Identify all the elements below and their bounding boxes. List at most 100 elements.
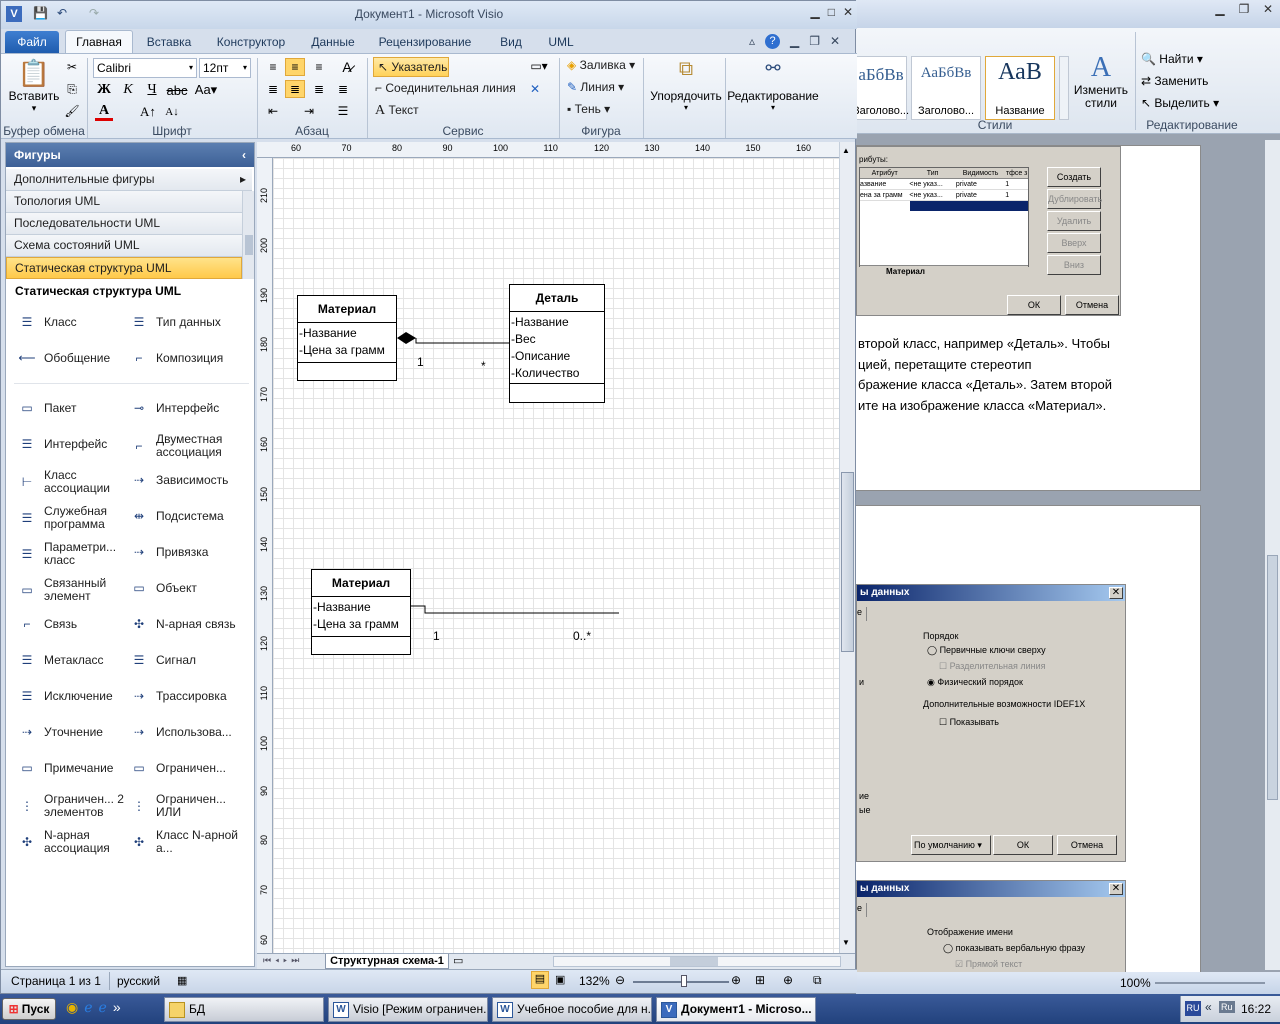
language-indicator[interactable]: русский bbox=[117, 974, 160, 988]
shape-binding[interactable]: ⇢ Привязка bbox=[128, 541, 243, 563]
shape-n-ary-association-class[interactable]: ✣ Класс N-арной а... bbox=[128, 829, 243, 855]
page-tab-structure-1[interactable]: Структурная схема-1 bbox=[325, 954, 449, 969]
taskbar-item-visio[interactable]: V Документ1 - Microso... bbox=[656, 997, 816, 1022]
stencil-uml-topology[interactable]: Топология UML bbox=[6, 191, 242, 213]
shape-interface[interactable]: ☰ Интерфейс bbox=[16, 433, 131, 455]
close-x-icon[interactable]: ✕ bbox=[527, 81, 543, 97]
switch-windows-icon[interactable]: ⧉ bbox=[813, 973, 822, 988]
ie-icon[interactable]: ℯ bbox=[84, 999, 92, 1016]
align-top-icon[interactable]: ≡ bbox=[263, 58, 283, 76]
shape-refinement[interactable]: ⇢ Уточнение bbox=[16, 721, 131, 743]
start-button[interactable]: ⊞ Пуск bbox=[2, 998, 56, 1020]
shape-utility[interactable]: ☰ Служебная программа bbox=[16, 505, 131, 531]
stencil-uml-sequence[interactable]: Последовательности UML bbox=[6, 213, 242, 235]
paste-button[interactable]: 📋 Вставить ▾ bbox=[7, 58, 61, 114]
tray-expand-icon[interactable]: « bbox=[1205, 1000, 1212, 1014]
up-button[interactable]: Вверх bbox=[1047, 233, 1101, 253]
shape-subsystem[interactable]: ⇹ Подсистема bbox=[128, 505, 243, 527]
scroll-thumb[interactable] bbox=[841, 472, 854, 652]
shape-note[interactable]: ▭ Примечание bbox=[16, 757, 131, 779]
editing-button[interactable]: ⚯ Редактирование ▾ bbox=[727, 58, 819, 112]
font-color-icon[interactable]: A bbox=[95, 103, 113, 121]
doc-minimize-icon[interactable]: ▁ bbox=[790, 34, 799, 49]
dialog-close-icon[interactable]: ✕ bbox=[1109, 587, 1123, 599]
replace-button[interactable]: ⇄ Заменить bbox=[1141, 74, 1208, 88]
ribbon-minimize-icon[interactable]: ▵ bbox=[749, 34, 755, 49]
full-screen-icon[interactable]: ▣ bbox=[555, 973, 565, 986]
duplicate-button[interactable]: Дублировать bbox=[1047, 189, 1102, 209]
zoom-level[interactable]: 132% bbox=[579, 974, 610, 988]
shape-bound-element[interactable]: ▭ Связанный элемент bbox=[16, 577, 131, 603]
maximize-icon[interactable]: ❐ bbox=[1232, 0, 1256, 18]
shape-generalization[interactable]: ⟵ Обобщение bbox=[16, 347, 131, 369]
tab-home[interactable]: Главная bbox=[65, 30, 133, 54]
collapse-panel-icon[interactable]: ‹ bbox=[242, 143, 246, 167]
composition-line[interactable] bbox=[415, 338, 509, 344]
underline-icon[interactable]: Ч bbox=[143, 81, 161, 99]
composition-diamond[interactable] bbox=[397, 332, 416, 344]
taskbar-item-visio-word[interactable]: W Visio [Режим ограничен... bbox=[328, 997, 488, 1022]
font-size-combo[interactable]: 12пт ▾ bbox=[199, 58, 251, 78]
font-name-combo[interactable]: Calibri ▾ bbox=[93, 58, 197, 78]
shape-object[interactable]: ▭ Объект bbox=[128, 577, 243, 599]
shape-trace[interactable]: ⇢ Трассировка bbox=[128, 685, 243, 707]
minimize-icon[interactable]: ▁ bbox=[810, 5, 819, 19]
scroll-down-icon[interactable]: ▼ bbox=[842, 938, 850, 947]
shape-metaclass[interactable]: ☰ Метакласс bbox=[16, 649, 131, 671]
arrange-button[interactable]: ⧉ Упорядочить ▾ bbox=[649, 58, 723, 112]
shape-link[interactable]: ⌐ Связь bbox=[16, 613, 131, 635]
horizontal-scrollbar[interactable] bbox=[553, 956, 841, 967]
line-button[interactable]: ✎ Линия ▾ bbox=[567, 80, 624, 94]
align-right-icon[interactable]: ≣ bbox=[309, 80, 329, 98]
pointer-tool-button[interactable]: ↖ Указатель bbox=[373, 57, 449, 77]
dialog-ok-button[interactable]: ОК bbox=[993, 835, 1053, 855]
page-indicator[interactable]: Страница 1 из 1 bbox=[11, 974, 101, 988]
shape-binary-association[interactable]: ⌐ Двуместная ассоциация bbox=[128, 433, 243, 459]
strikethrough-icon[interactable]: abc bbox=[167, 81, 188, 99]
scroll-up-icon[interactable]: ▲ bbox=[842, 146, 850, 155]
shape-parameterized-class[interactable]: ☰ Параметри... класс bbox=[16, 541, 131, 567]
radio-physical-order[interactable]: ◉ Физический порядок bbox=[927, 677, 1023, 688]
cut-icon[interactable]: ✂ bbox=[63, 58, 81, 76]
shape-class[interactable]: ☰ Класс bbox=[16, 311, 131, 333]
align-left-icon[interactable]: ≣ bbox=[263, 80, 283, 98]
dialog-cancel-button[interactable]: Отмена bbox=[1057, 835, 1117, 855]
checkbox-separator[interactable]: ☐ Разделительная линия bbox=[939, 661, 1046, 672]
dialog-close-icon[interactable]: ✕ bbox=[1109, 883, 1123, 895]
pan-zoom-icon[interactable]: ⊕ bbox=[783, 973, 793, 987]
checkbox-show[interactable]: ☐ Показывать bbox=[939, 717, 999, 728]
styles-scroll[interactable] bbox=[1059, 56, 1069, 120]
down-button[interactable]: Вниз bbox=[1047, 255, 1101, 275]
keyboard-layout-icon[interactable]: Ru bbox=[1219, 1001, 1235, 1013]
tab-data[interactable]: Данные bbox=[303, 32, 363, 52]
stencil-list-scrollbar[interactable] bbox=[242, 191, 254, 279]
shape-constraint-2-elements[interactable]: ⋮ Ограничен... 2 элементов bbox=[16, 793, 131, 819]
clock[interactable]: 16:22 bbox=[1241, 1002, 1271, 1016]
shape-constraint[interactable]: ▭ Ограничен... bbox=[128, 757, 243, 779]
align-bottom-icon[interactable]: ≡ bbox=[309, 58, 329, 76]
drawing-canvas[interactable]: Материал -Название -Цена за грамм Деталь… bbox=[273, 158, 839, 953]
taskbar-item-folder[interactable]: БД bbox=[164, 997, 324, 1022]
close-icon[interactable]: ✕ bbox=[843, 5, 853, 19]
shrink-font-icon[interactable]: A↓ bbox=[163, 103, 181, 121]
fit-page-icon[interactable]: ⊞ bbox=[755, 973, 765, 987]
normal-view-icon[interactable]: ▤ bbox=[531, 971, 549, 989]
tab-review[interactable]: Рецензирование bbox=[373, 32, 477, 52]
ie-icon[interactable]: ℯ bbox=[99, 999, 107, 1016]
tab-file[interactable]: Файл bbox=[5, 31, 59, 53]
shape-dependency[interactable]: ⇢ Зависимость bbox=[128, 469, 243, 491]
vertical-scrollbar[interactable]: ▲ ▼ bbox=[839, 142, 855, 953]
minimize-icon[interactable]: ▁ bbox=[1208, 0, 1232, 18]
create-button[interactable]: Создать bbox=[1047, 167, 1101, 187]
doc-restore-icon[interactable]: ❐ bbox=[809, 34, 820, 49]
shape-interface[interactable]: ⊸ Интерфейс bbox=[128, 397, 243, 419]
stencil-uml-statechart[interactable]: Схема состояний UML bbox=[6, 235, 242, 257]
delete-button[interactable]: Удалить bbox=[1047, 211, 1101, 231]
uml-class-material-2[interactable]: Материал -Название -Цена за грамм bbox=[311, 569, 411, 655]
association-line[interactable] bbox=[410, 605, 619, 614]
shape-composition[interactable]: ⌐ Композиция bbox=[128, 347, 243, 369]
style-heading2[interactable]: АаБбВв Заголово... bbox=[911, 56, 981, 120]
shadow-button[interactable]: ▪ Тень ▾ bbox=[567, 102, 610, 116]
align-center-icon[interactable]: ≣ bbox=[285, 80, 305, 98]
text-direction-icon[interactable]: A̷ bbox=[337, 58, 357, 76]
